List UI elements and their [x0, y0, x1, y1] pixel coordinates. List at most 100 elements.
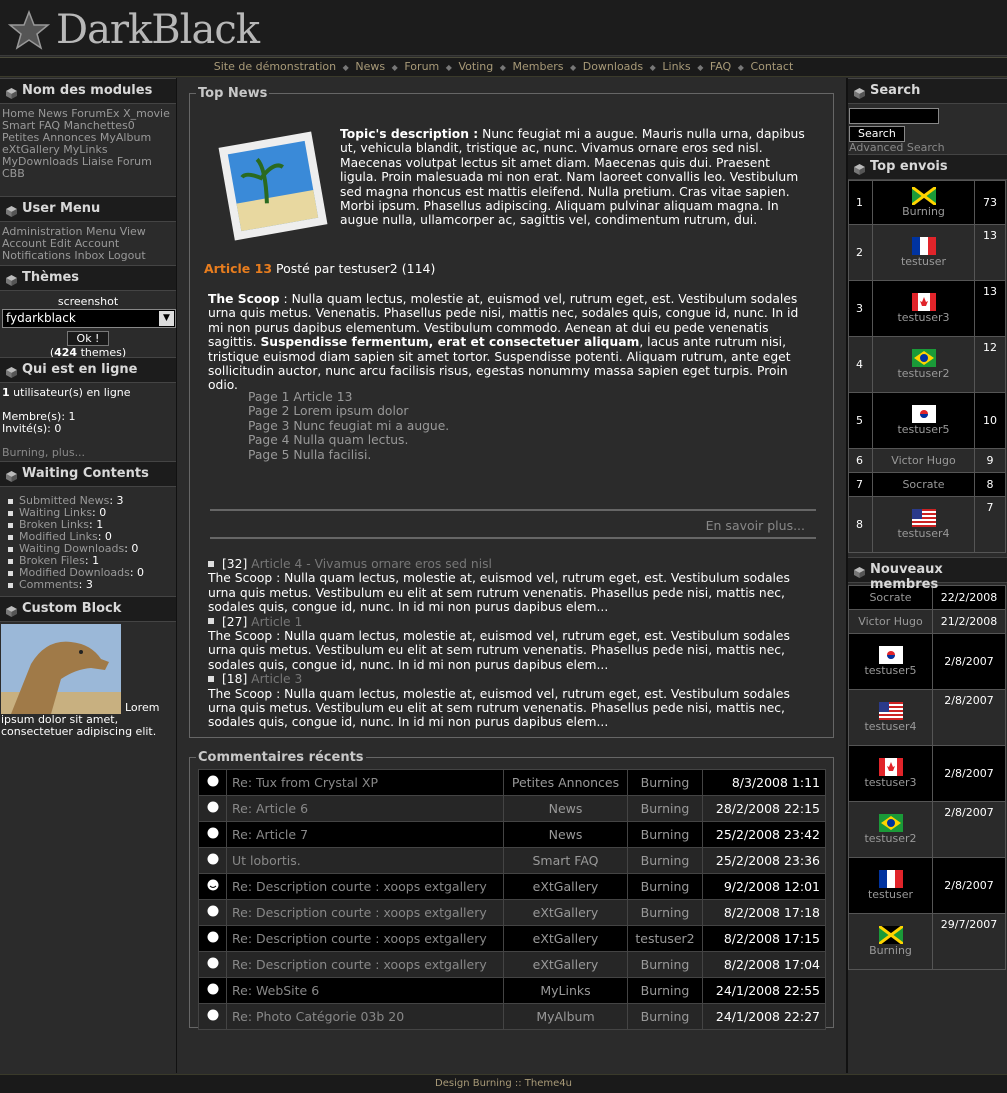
nav-link[interactable]: Voting [459, 60, 494, 73]
search-input[interactable] [849, 108, 939, 124]
newmembers-block-title: Nouveaux membres [848, 557, 1007, 592]
comment-user[interactable]: Burning [627, 951, 703, 978]
menu-link[interactable]: Forum [117, 155, 152, 168]
news-link[interactable]: Article 1 [251, 615, 302, 629]
comment-link[interactable]: Re: Photo Catégorie 03b 20 [232, 1009, 404, 1024]
nav-link[interactable]: Members [512, 60, 563, 73]
comment-module[interactable]: eXtGallery [503, 899, 628, 926]
comment-user[interactable]: Burning [627, 821, 703, 848]
advanced-search-link[interactable]: Advanced Search [849, 142, 1006, 154]
comment-link[interactable]: Re: WebSite 6 [232, 983, 319, 998]
nav-link[interactable]: Downloads [583, 60, 643, 73]
usermenu-list: Administration Menu View Account Edit Ac… [0, 222, 176, 265]
poster-cell[interactable]: testuser [872, 224, 975, 281]
comment-user[interactable]: Burning [627, 795, 703, 822]
search-button[interactable]: Search [849, 126, 905, 142]
menu-link[interactable]: CBB [2, 167, 25, 180]
table-row: Re: Description courte : xoops extgaller… [198, 899, 826, 926]
site-logo[interactable]: DarkBlack [8, 6, 260, 54]
news-link[interactable]: Article 3 [251, 672, 302, 686]
theme-select-value: fydarkblack [6, 311, 76, 325]
comment-user[interactable]: Burning [627, 899, 703, 926]
online-more-link[interactable]: Burning, plus... [2, 446, 85, 459]
poster-cell[interactable]: testuser4 [872, 496, 975, 553]
nav-link[interactable]: News [355, 60, 385, 73]
table-row: Re: Description courte : xoops extgaller… [198, 925, 826, 952]
comment-link[interactable]: Re: Article 7 [232, 827, 308, 842]
member-date: 29/7/2007 [932, 913, 1006, 970]
menu-link[interactable]: Logout [108, 249, 146, 262]
comment-module[interactable]: eXtGallery [503, 873, 628, 900]
comment-link[interactable]: Re: Tux from Crystal XP [232, 775, 378, 790]
comment-module[interactable]: MyLinks [503, 977, 628, 1004]
poster-cell[interactable]: Burning [872, 180, 975, 225]
comment-module[interactable]: eXtGallery [503, 951, 628, 978]
member-cell[interactable]: Burning [848, 913, 933, 970]
table-row: 1 Burning 73 [848, 180, 1006, 225]
menu-link[interactable]: Inbox [74, 249, 104, 262]
comment-user[interactable]: Burning [627, 977, 703, 1004]
comment-module[interactable]: Smart FAQ [503, 847, 628, 874]
nav-link[interactable]: Contact [750, 60, 793, 73]
comment-module[interactable]: MyAlbum [503, 1003, 628, 1030]
poster-cell[interactable]: testuser5 [872, 392, 975, 449]
topic-description: Topic's description : Nunc feugiat mi a … [340, 127, 805, 228]
comment-icon-cell [198, 951, 227, 978]
nav-link[interactable]: Forum [404, 60, 439, 73]
member-name: testuser3 [864, 776, 917, 789]
poster-cell[interactable]: Socrate [872, 472, 975, 497]
theme-select[interactable]: fydarkblack ▼ [2, 309, 176, 328]
comment-module[interactable]: Petites Annonces [503, 769, 628, 796]
member-cell[interactable]: testuser3 [848, 745, 933, 802]
comment-module[interactable]: News [503, 821, 628, 848]
table-row: 5 testuser5 10 [848, 392, 1006, 449]
comment-module[interactable]: News [503, 795, 628, 822]
comment-module[interactable]: eXtGallery [503, 925, 628, 952]
comment-link[interactable]: Re: Article 6 [232, 801, 308, 816]
menu-link[interactable]: Liaise [82, 155, 113, 168]
page-link[interactable]: Page 3 Nunc feugiat mi a augue. [248, 419, 449, 433]
nav-link[interactable]: Site de démonstration [214, 60, 336, 73]
comment-user[interactable]: Burning [627, 1003, 703, 1030]
menu-link[interactable]: Notifications [2, 249, 71, 262]
comment-link[interactable]: Ut lobortis. [232, 853, 301, 868]
nav-separator-icon: ◆ [340, 63, 352, 72]
poster-cell[interactable]: testuser2 [872, 336, 975, 393]
news-link[interactable]: Article 4 - Vivamus ornare eros sed nisl [251, 557, 492, 571]
page-link[interactable]: Page 4 Nulla quam lectus. [248, 433, 449, 447]
cube-icon [6, 471, 17, 482]
poster-cell[interactable]: testuser3 [872, 280, 975, 337]
nav-link[interactable]: Links [662, 60, 690, 73]
comment-link[interactable]: Re: Description courte : xoops extgaller… [232, 879, 487, 894]
logo-text: DarkBlack [56, 7, 260, 53]
comment-link[interactable]: Re: Description courte : xoops extgaller… [232, 931, 487, 946]
member-cell[interactable]: testuser5 [848, 633, 933, 690]
comment-link[interactable]: Re: Description courte : xoops extgaller… [232, 957, 487, 972]
canada-flag-icon [878, 758, 903, 776]
chevron-down-icon[interactable]: ▼ [159, 311, 174, 326]
member-name: Socrate [869, 591, 912, 604]
ok-button[interactable]: Ok ! [67, 331, 109, 346]
themes-block: screenshot fydarkblack ▼ Ok ! (424 theme… [0, 291, 176, 359]
comment-icon [207, 957, 218, 969]
member-cell[interactable]: Victor Hugo [848, 609, 933, 634]
member-cell[interactable]: testuser [848, 857, 933, 914]
member-date: 2/8/2007 [932, 689, 1006, 746]
comment-user[interactable]: Burning [627, 847, 703, 874]
comment-user[interactable]: testuser2 [627, 925, 703, 952]
member-cell[interactable]: testuser2 [848, 801, 933, 858]
poster-cell[interactable]: Victor Hugo [872, 448, 975, 473]
nav-link[interactable]: FAQ [710, 60, 731, 73]
read-more-link[interactable]: En savoir plus... [706, 518, 805, 533]
page-link[interactable]: Page 5 Nulla facilisi. [248, 448, 449, 462]
article-title-link[interactable]: Article 13 [204, 261, 272, 276]
comment-link[interactable]: Re: Description courte : xoops extgaller… [232, 905, 487, 920]
comment-user[interactable]: Burning [627, 873, 703, 900]
themes-block-title: Thèmes [0, 265, 176, 291]
comment-user[interactable]: Burning [627, 769, 703, 796]
waiting-link[interactable]: Comments [19, 578, 79, 591]
page-link[interactable]: Page 1 Article 13 [248, 390, 449, 404]
post-count: 13 [974, 224, 1006, 281]
page-link[interactable]: Page 2 Lorem ipsum dolor [248, 404, 449, 418]
member-cell[interactable]: testuser4 [848, 689, 933, 746]
